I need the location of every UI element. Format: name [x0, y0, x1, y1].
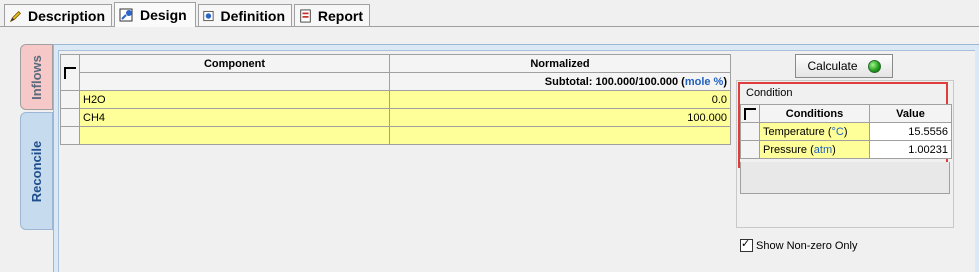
- component-cell[interactable]: CH4: [79, 108, 390, 127]
- condition-group-title: Condition: [746, 87, 793, 99]
- table-row: CH4 100.000: [60, 108, 731, 127]
- condition-value-cell[interactable]: 1.00231: [869, 140, 952, 159]
- column-header-normalized[interactable]: Normalized: [389, 54, 731, 73]
- tab-definition[interactable]: Definition: [198, 4, 292, 26]
- tab-report[interactable]: Report: [294, 4, 370, 26]
- design-icon: [119, 8, 133, 22]
- normalized-cell[interactable]: 0.0: [389, 90, 731, 109]
- condition-value-cell[interactable]: 15.5556: [869, 122, 952, 141]
- show-nonzero-label: Show Non-zero Only: [756, 239, 858, 252]
- condition-name: Temperature: [763, 125, 825, 138]
- tab-design[interactable]: Design: [114, 2, 196, 27]
- condition-unit: °C: [831, 125, 844, 138]
- condition-grid-corner[interactable]: [740, 104, 760, 123]
- calculate-button[interactable]: Calculate: [795, 54, 893, 78]
- row-header[interactable]: [60, 126, 80, 145]
- side-tab-inflows-label: Inflows: [29, 54, 44, 100]
- condition-name-cell[interactable]: Pressure (atm): [759, 140, 870, 159]
- subtotal-prefix: Subtotal: 100.000/100.000 (: [544, 75, 685, 88]
- table-row: [60, 126, 731, 145]
- column-header-value[interactable]: Value: [869, 104, 952, 123]
- report-icon: [300, 8, 311, 23]
- component-cell[interactable]: [79, 126, 390, 145]
- subtotal-unit: mole %: [684, 75, 724, 88]
- condition-grid: Conditions Value Temperature (°C) 15.555…: [740, 104, 952, 159]
- condition-unit: atm: [813, 143, 833, 156]
- tab-description-label: Description: [27, 7, 105, 24]
- column-header-component[interactable]: Component: [79, 54, 390, 73]
- row-header[interactable]: [740, 122, 760, 141]
- row-header[interactable]: [740, 140, 760, 159]
- pencil-icon: [9, 10, 21, 22]
- condition-name: Pressure: [763, 143, 808, 156]
- tab-design-label: Design: [140, 7, 187, 23]
- row-header[interactable]: [60, 90, 80, 109]
- tab-definition-label: Definition: [220, 7, 285, 24]
- normalized-cell[interactable]: 100.000: [389, 108, 731, 127]
- checkbox-icon: [740, 237, 753, 252]
- condition-grid-empty-area: [740, 162, 950, 194]
- table-row: H2O 0.0: [60, 90, 731, 109]
- row-header[interactable]: [60, 108, 80, 127]
- component-cell[interactable]: H2O: [79, 90, 390, 109]
- side-tab-reconcile-label: Reconcile: [29, 140, 45, 202]
- tab-description[interactable]: Description: [4, 4, 112, 26]
- status-led-icon: [867, 59, 881, 73]
- column-header-conditions[interactable]: Conditions: [759, 104, 870, 123]
- table-row: Pressure (atm) 1.00231: [740, 140, 952, 159]
- grid-corner[interactable]: [60, 54, 80, 91]
- subtotal-suffix: ): [723, 75, 727, 88]
- tab-bar: Description Design Definition Report: [0, 0, 979, 28]
- condition-name-cell[interactable]: Temperature (°C): [759, 122, 870, 141]
- component-grid: Component Normalized Subtotal: 100.000/1…: [60, 54, 731, 145]
- normalized-cell[interactable]: [389, 126, 731, 145]
- side-tab-inflows[interactable]: Inflows: [20, 44, 53, 110]
- calculate-button-label: Calculate: [807, 59, 858, 73]
- subtotal-spacer: [79, 72, 390, 91]
- tab-report-label: Report: [317, 7, 363, 24]
- table-row: Temperature (°C) 15.5556: [740, 122, 952, 141]
- side-tab-reconcile[interactable]: Reconcile: [20, 112, 53, 230]
- show-nonzero-checkbox[interactable]: Show Non-zero Only: [740, 237, 858, 252]
- subtotal-cell: Subtotal: 100.000/100.000 (mole %): [389, 72, 731, 91]
- definition-icon: [203, 10, 214, 21]
